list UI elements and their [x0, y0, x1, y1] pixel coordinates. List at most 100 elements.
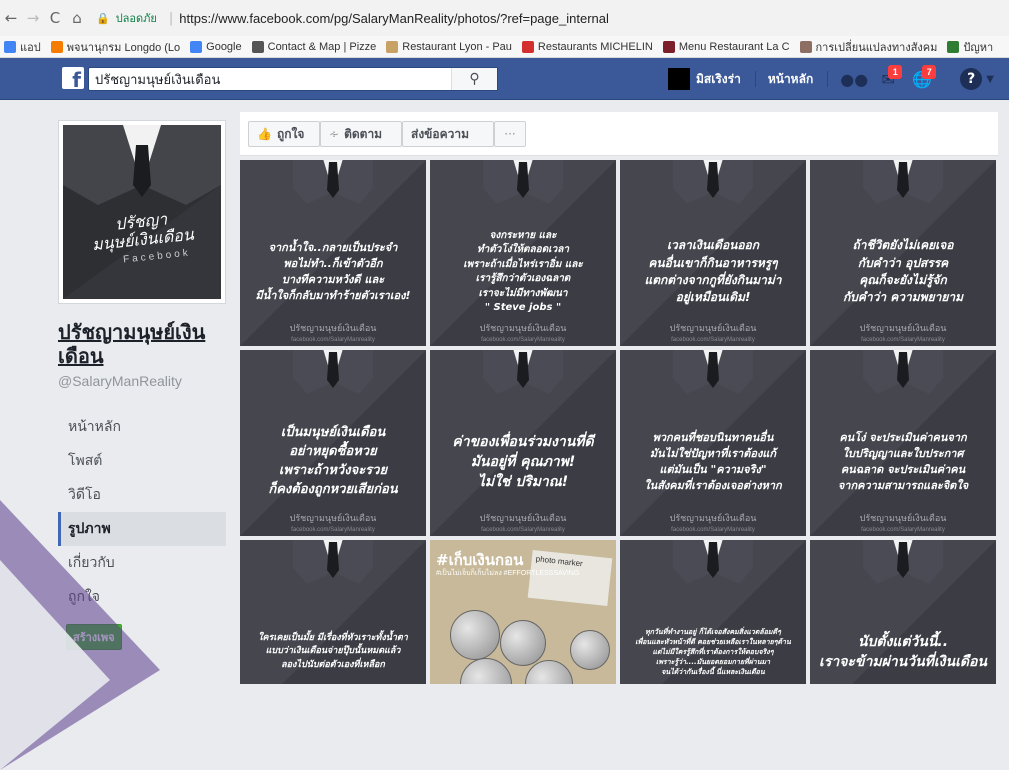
suit-collar-icon [483, 350, 563, 394]
suit-collar-icon [293, 350, 373, 394]
photo-tile[interactable]: คนโง่ จะประเมินค่าคนจาก ใบปริญญาและใบประ… [810, 350, 996, 536]
bookmark-item[interactable]: พจนานุกรม Longdo (Lo [50, 38, 180, 56]
search-box: ⚲ [88, 67, 498, 91]
suit-collar-icon [673, 350, 753, 394]
chevron-down-icon[interactable]: ▼ [986, 74, 994, 85]
suit-collar-icon [863, 160, 943, 204]
create-page-button[interactable]: สร้างเพจ [66, 624, 122, 650]
page-action-bar: 👍 ถูกใจ ∻ ติดตาม ส่งข้อความ ··· [240, 112, 998, 156]
photo-tile[interactable]: ถ้าชีวิตยังไม่เคยเจอ กับคำว่า อุปสรรค คุ… [810, 160, 996, 346]
bookmark-item[interactable]: แอป [4, 38, 41, 56]
friend-requests-icon[interactable]: ●● [840, 67, 868, 91]
reload-icon[interactable]: C [44, 9, 66, 27]
suit-collar-icon [293, 160, 373, 204]
like-button[interactable]: 👍 ถูกใจ [248, 121, 320, 147]
forward-icon[interactable]: → [22, 9, 44, 27]
photo-brand-url: facebook.com/SalaryManreality [291, 527, 375, 533]
bookmark-favicon-icon [50, 40, 63, 53]
suit-collar-icon [673, 160, 753, 204]
user-name-link[interactable]: มิสเริงร่า [696, 70, 741, 89]
page-handle[interactable]: @SalaryManReality [58, 373, 182, 389]
bookmark-item[interactable]: ปัญหา [947, 38, 993, 56]
photo-brand: ปรัชญามนุษย์เงินเดือน [479, 324, 567, 334]
bookmark-favicon-icon [4, 40, 16, 53]
photo-tile[interactable]: ทุกวันที่ทำงานอยู่ ก็ได้เจอสังคมสิ่งแวดล… [620, 540, 806, 684]
photo-tile[interactable]: เวลาเงินเดือนออก คนอื่นเขาก็กินอาหารหรูๆ… [620, 160, 806, 346]
photo-brand-url: facebook.com/SalaryManreality [481, 527, 565, 533]
bookmark-favicon-icon [386, 40, 399, 53]
photo-caption: จากน้ำใจ..กลายเป็นประจำ พอไม่ทำ..ก็เข้าต… [255, 241, 411, 302]
facebook-top-bar: f ⚲ มิสเริงร่า หน้าหลัก ●● ✉1 🌐7 ? ▼ [0, 58, 1009, 100]
search-icon: ⚲ [469, 71, 480, 87]
thumbs-up-icon: 👍 [257, 127, 272, 141]
left-nav-item[interactable]: เกี่ยวกับ [58, 546, 226, 580]
photo-brand-url: facebook.com/SalaryManreality [671, 337, 755, 343]
notifications-badge: 7 [922, 65, 937, 79]
help-icon[interactable]: ? [960, 68, 983, 90]
page-title[interactable]: ปรัชญามนุษย์เงินเดือน [58, 320, 228, 368]
left-nav-item[interactable]: โพสต์ [58, 444, 226, 478]
photo-tile[interactable]: นับตั้งแต่วันนี้.. เราจะข้ามผ่านวันที่เง… [810, 540, 996, 684]
page-left-nav: หน้าหลัก โพสต์ วิดีโอ รูปภาพ เกี่ยวกับ ถูกใจ [58, 410, 226, 614]
photo-caption: จงกระหาย และ ทำตัวโง่ให้ตลอดเวลา เพราะถ้… [463, 229, 583, 314]
coin-image [570, 630, 610, 670]
url-text: https://www.facebook.com/pg/SalaryManRea… [179, 10, 609, 26]
home-icon[interactable]: ⌂ [66, 9, 88, 27]
left-nav-item[interactable]: วิดีโอ [58, 478, 226, 512]
home-link[interactable]: หน้าหลัก [768, 70, 813, 89]
more-button[interactable]: ··· [494, 121, 526, 147]
top-bar-right: มิสเริงร่า หน้าหลัก ●● ✉ 1 🌐 7 ? ▼ [668, 58, 994, 100]
browser-address-bar: ← → C ⌂ 🔒 ปลอดภัย | https://www.facebook… [0, 0, 1009, 36]
back-icon[interactable]: ← [0, 9, 22, 27]
follow-button[interactable]: ∻ ติดตาม [320, 121, 402, 147]
left-nav-item[interactable]: รูปภาพ [58, 512, 226, 546]
bookmarks-bar: แอป พจนานุกรม Longdo (Lo Google Contact & M… [0, 36, 1009, 58]
photo-hashtag-sub: #เป็นไม่เจ็บก็เก็บไม่ลง #EFFORTLESSSAVIN… [436, 570, 580, 577]
rss-icon: ∻ [329, 127, 340, 141]
photo-tile[interactable]: ใครเคยเป็นมั้ย มีเรื่องที่หัวเราะทั้งน้ำ… [240, 540, 426, 684]
messages-icon[interactable]: ✉ 1 [874, 65, 903, 91]
bookmark-item[interactable]: Restaurants MICHELIN [521, 40, 653, 53]
left-nav-item[interactable]: หน้าหลัก [58, 410, 226, 444]
notifications-icon[interactable]: 🌐 7 [908, 65, 937, 91]
bookmark-favicon-icon [521, 40, 534, 53]
send-message-button[interactable]: ส่งข้อความ [402, 121, 494, 147]
page-profile-picture[interactable]: ปรัชญา มนุษย์เงินเดือน Facebook [58, 120, 226, 304]
suit-collar-icon [863, 350, 943, 394]
photo-caption: เวลาเงินเดือนออก คนอื่นเขาก็กินอาหารหรูๆ… [644, 238, 782, 305]
photo-caption: พวกคนที่ชอบนินทาคนอื่น มันไม่ใช่ปัญหาที่… [644, 431, 782, 492]
photo-caption: นับตั้งแต่วันนี้.. เราจะข้ามผ่านวันที่เง… [819, 633, 987, 670]
search-input[interactable] [89, 68, 451, 90]
photo-caption: คนโง่ จะประเมินค่าคนจาก ใบปริญญาและใบประ… [837, 431, 969, 492]
photo-brand-url: facebook.com/SalaryManreality [861, 337, 945, 343]
messages-badge: 1 [888, 65, 903, 79]
suit-collar-icon [483, 160, 563, 204]
photo-tile[interactable]: จากน้ำใจ..กลายเป็นประจำ พอไม่ทำ..ก็เข้าต… [240, 160, 426, 346]
photo-caption: ค่าของเพื่อนร่วมงานที่ดี มันอยู่ที่ คุณภ… [452, 433, 594, 491]
search-button[interactable]: ⚲ [451, 68, 497, 90]
photo-tile[interactable]: พวกคนที่ชอบนินทาคนอื่น มันไม่ใช่ปัญหาที่… [620, 350, 806, 536]
facebook-logo-icon[interactable]: f [62, 67, 84, 92]
photo-brand: ปรัชญามนุษย์เงินเดือน [479, 514, 567, 524]
secure-label: ปลอดภัย [115, 12, 157, 25]
photo-tile[interactable]: เป็นมนุษย์เงินเดือน อย่าหยุดซื้อหวย เพรา… [240, 350, 426, 536]
photo-brand: ปรัชญามนุษย์เงินเดือน [669, 514, 757, 524]
suit-collar-icon [673, 540, 753, 584]
bookmark-item[interactable]: Contact & Map | Pizze [251, 40, 376, 53]
coin-image [500, 620, 546, 666]
user-avatar[interactable] [668, 68, 690, 90]
left-nav-item[interactable]: ถูกใจ [58, 580, 226, 614]
photo-tile[interactable]: จงกระหาย และ ทำตัวโง่ให้ตลอดเวลา เพราะถ้… [430, 160, 616, 346]
bookmark-item[interactable]: Google [190, 40, 242, 53]
bookmark-favicon-icon [251, 40, 264, 53]
bookmark-item[interactable]: Restaurant Lyon - Pau [386, 40, 512, 53]
bookmark-item[interactable]: Menu Restaurant La C [662, 40, 790, 53]
photo-tile[interactable]: ค่าของเพื่อนร่วมงานที่ดี มันอยู่ที่ คุณภ… [430, 350, 616, 536]
bookmark-item[interactable]: การเปลี่ยนแปลงทางสังคม [799, 38, 937, 56]
photo-caption: เป็นมนุษย์เงินเดือน อย่าหยุดซื้อหวย เพรา… [268, 425, 398, 497]
url-field[interactable]: 🔒 ปลอดภัย | https://www.facebook.com/pg/… [96, 9, 609, 27]
suit-collar-icon [293, 540, 373, 584]
bookmark-favicon-icon [662, 40, 675, 53]
photo-brand: ปรัชญามนุษย์เงินเดือน [289, 514, 377, 524]
photo-tile[interactable]: photo marker #เก็บเงินกอน #เป็นไม่เจ็บก็เก… [430, 540, 616, 684]
